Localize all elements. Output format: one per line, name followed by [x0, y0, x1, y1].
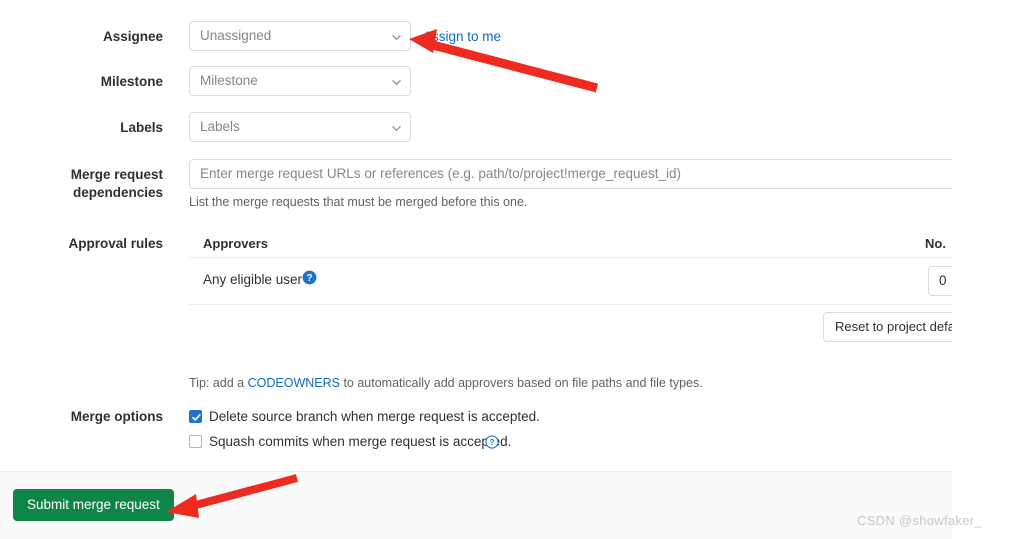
codeowners-tip: Tip: add a CODEOWNERS to automatically a…: [189, 376, 703, 390]
delete-source-branch-checkbox[interactable]: [189, 410, 202, 423]
approvals-required-input[interactable]: 0: [928, 266, 952, 296]
column-header-approvers: Approvers: [203, 236, 269, 251]
help-circle-outline-icon[interactable]: ?: [485, 435, 499, 449]
milestone-label: Milestone: [100, 74, 163, 89]
assignee-select-value: Unassigned: [200, 28, 272, 43]
approval-rules-table: Approvers No. Any eligible user ? 0 Rese…: [189, 228, 952, 353]
approval-rules-header: Approvers No.: [189, 228, 952, 258]
labels-label: Labels: [120, 120, 163, 135]
reset-to-project-defaults-button[interactable]: Reset to project defaults: [823, 312, 952, 342]
assignee-label: Assignee: [102, 29, 163, 44]
assign-to-me-link[interactable]: Assign to me: [423, 29, 501, 44]
milestone-select-value: Milestone: [200, 73, 258, 88]
labels-select-value: Labels: [200, 119, 240, 134]
chevron-down-icon: [392, 33, 401, 42]
csdn-watermark: CSDN @showfaker_: [857, 513, 982, 528]
assignee-select[interactable]: Unassigned: [189, 21, 411, 51]
svg-text:?: ?: [306, 273, 312, 284]
codeowners-link[interactable]: CODEOWNERS: [248, 376, 340, 390]
approval-rule-name: Any eligible user: [203, 272, 303, 287]
labels-select[interactable]: Labels: [189, 112, 411, 142]
codeowners-tip-suffix: to automatically add approvers based on …: [339, 376, 703, 390]
help-circle-filled-icon[interactable]: ?: [302, 270, 317, 285]
milestone-select[interactable]: Milestone: [189, 66, 411, 96]
submit-merge-request-button[interactable]: Submit merge request: [13, 489, 174, 521]
column-header-number: No.: [925, 236, 946, 251]
merge-request-form-page: Assignee Unassigned Assign to me Milesto…: [0, 0, 952, 539]
form-footer: Submit merge request: [0, 471, 952, 539]
dependencies-hint: List the merge requests that must be mer…: [189, 195, 528, 209]
merge-options-label: Merge options: [70, 409, 163, 424]
approvals-required-value: 0: [939, 273, 947, 288]
dependencies-input[interactable]: Enter merge request URLs or references (…: [189, 159, 952, 189]
dependencies-label-line2: dependencies: [72, 185, 163, 200]
chevron-down-icon: [392, 78, 401, 87]
delete-source-branch-label: Delete source branch when merge request …: [209, 409, 540, 424]
codeowners-tip-prefix: Tip: add a: [189, 376, 248, 390]
labels-row: Labels Labels: [0, 112, 952, 142]
approval-rules-label: Approval rules: [68, 236, 163, 251]
dependencies-label-line1: Merge request: [70, 167, 163, 182]
squash-commits-checkbox[interactable]: [189, 435, 202, 448]
table-row: Any eligible user ? 0: [189, 258, 952, 305]
assignee-row: Assignee Unassigned Assign to me: [0, 21, 952, 51]
approval-rules-footer: Reset to project defaults: [189, 305, 952, 353]
chevron-down-icon: [392, 124, 401, 133]
svg-text:?: ?: [489, 437, 494, 447]
squash-commits-label: Squash commits when merge request is acc…: [209, 434, 512, 449]
milestone-row: Milestone Milestone: [0, 66, 952, 96]
dependencies-input-placeholder: Enter merge request URLs or references (…: [200, 166, 681, 181]
